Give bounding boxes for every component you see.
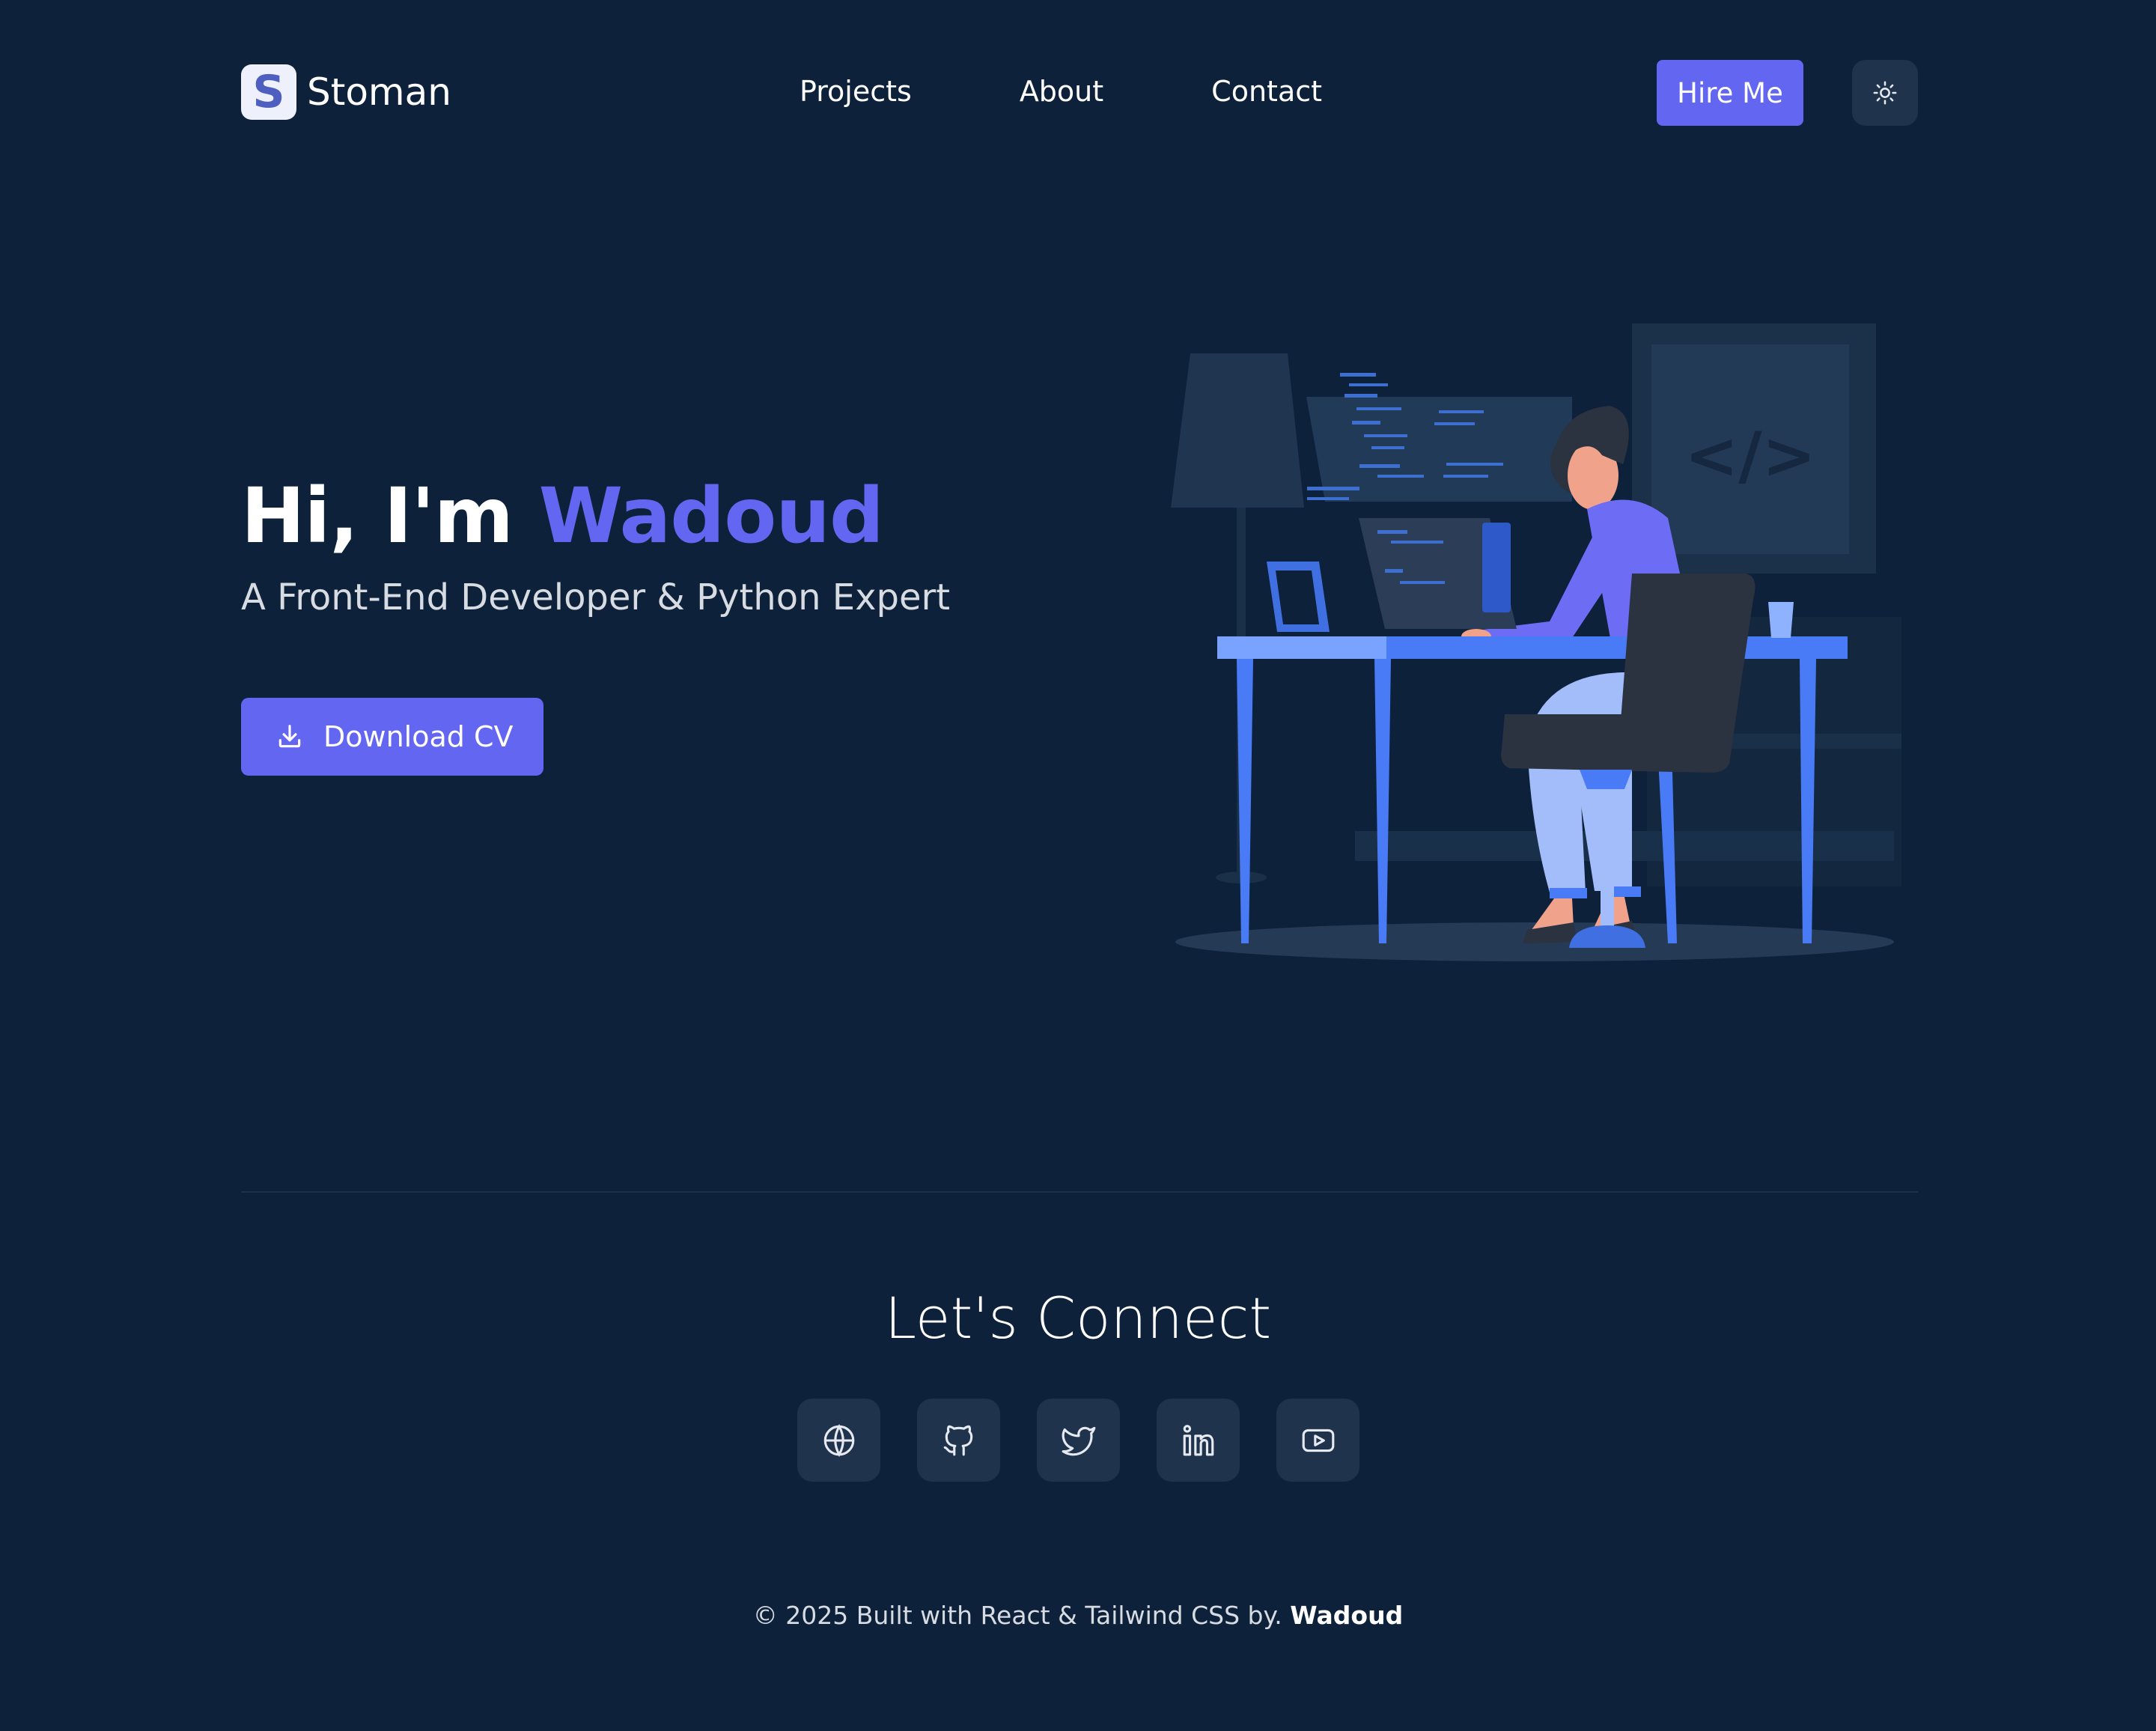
website-link[interactable] <box>797 1399 880 1482</box>
code-symbol: </> <box>1684 419 1816 493</box>
hero-greeting: Hi, I'm <box>241 472 514 561</box>
linkedin-icon <box>1183 1424 1213 1455</box>
nav-link-contact[interactable]: Contact <box>1211 75 1322 108</box>
hero-title: Hi, I'm Wadoud <box>241 472 884 561</box>
footer: © 2025 Built with React & Tailwind CSS b… <box>0 1601 2156 1630</box>
footer-text: © 2025 Built with React & Tailwind CSS b… <box>752 1601 1282 1630</box>
developer-illustration: </> <box>1171 323 1901 961</box>
logo-mark: S <box>241 64 296 120</box>
globe-icon <box>823 1423 854 1457</box>
brand-name: Stoman <box>307 70 451 114</box>
hero-subtitle: A Front-End Developer & Python Expert <box>241 577 951 618</box>
connect-title: Let's Connect <box>884 1285 1272 1351</box>
download-icon <box>278 725 301 748</box>
social-links <box>797 1399 1359 1482</box>
hire-me-button[interactable]: Hire Me <box>1657 60 1803 126</box>
logo-letter: S <box>252 66 285 118</box>
navbar: S Stoman Projects About Contact Hire Me <box>241 60 1918 126</box>
download-cv-label: Download CV <box>323 720 514 753</box>
theme-toggle-button[interactable] <box>1852 60 1918 126</box>
youtube-link[interactable] <box>1276 1399 1359 1482</box>
logo[interactable]: S Stoman <box>241 64 451 120</box>
sun-icon <box>1873 81 1897 105</box>
hero-name: Wadoud <box>538 472 884 561</box>
footer-author[interactable]: Wadoud <box>1290 1601 1403 1630</box>
nav-link-about[interactable]: About <box>1020 75 1103 108</box>
nav-link-projects[interactable]: Projects <box>800 75 912 108</box>
linkedin-link[interactable] <box>1157 1399 1240 1482</box>
twitter-icon <box>1062 1426 1095 1455</box>
twitter-link[interactable] <box>1037 1399 1120 1482</box>
github-icon <box>943 1425 972 1455</box>
section-divider <box>241 1191 1918 1193</box>
youtube-icon <box>1302 1429 1334 1452</box>
download-cv-button[interactable]: Download CV <box>241 698 543 776</box>
nav-links: Projects About Contact <box>800 75 1322 108</box>
github-link[interactable] <box>917 1399 1000 1482</box>
